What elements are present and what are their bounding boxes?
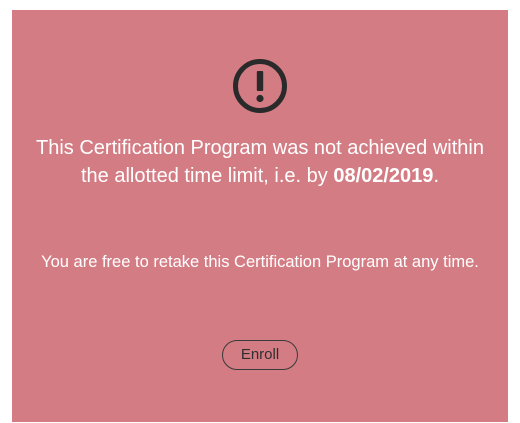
deadline-date: 08/02/2019 (333, 165, 434, 187)
alert-message-period: . (433, 165, 439, 187)
exclamation-circle-icon (232, 58, 288, 114)
certification-expired-alert: This Certification Program was not achie… (12, 10, 508, 422)
enroll-button[interactable]: Enroll (222, 340, 298, 370)
alert-message: This Certification Program was not achie… (30, 134, 490, 190)
retake-note: You are free to retake this Certificatio… (41, 253, 479, 271)
